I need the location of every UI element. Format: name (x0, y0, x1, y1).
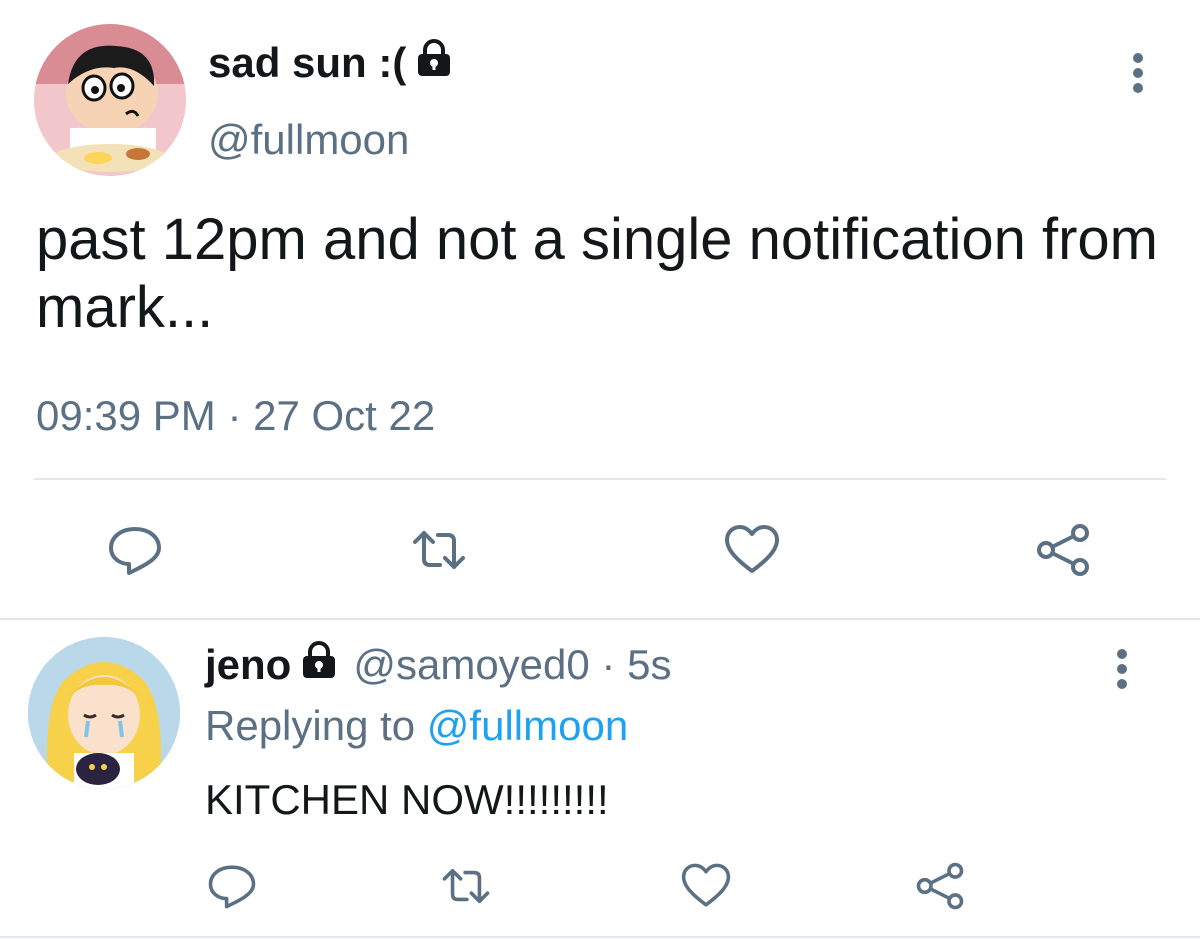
avatar[interactable] (34, 24, 186, 176)
divider (34, 478, 1166, 480)
display-name[interactable]: sad sun :( (208, 38, 454, 88)
like-icon[interactable] (723, 521, 781, 579)
retweet-icon[interactable] (440, 860, 492, 912)
tweet-text: KITCHEN NOW!!!!!!!!! (205, 776, 609, 823)
reply-icon[interactable] (106, 521, 164, 579)
display-name-text: jeno (205, 641, 292, 688)
share-icon[interactable] (914, 860, 966, 912)
tweet-text: past 12pm and not a single notification … (36, 207, 1158, 340)
handle-and-time[interactable]: @samoyed0 · 5s (353, 641, 671, 689)
more-options-icon[interactable] (1102, 646, 1142, 692)
replying-to-label: Replying to (205, 702, 416, 749)
display-name[interactable]: jeno (205, 640, 339, 690)
reply-icon[interactable] (206, 860, 258, 912)
mention-link[interactable]: @fullmoon (427, 702, 628, 749)
display-name-text: sad sun :( (208, 39, 407, 86)
divider (0, 936, 1200, 938)
cartoon-boy-avatar-icon (34, 24, 186, 176)
reply-header: jeno @samoyed0 · 5s (205, 640, 671, 690)
anime-girl-avatar-icon (28, 637, 180, 789)
more-options-icon[interactable] (1118, 50, 1158, 96)
lock-icon (299, 640, 339, 690)
tweet-timestamp: 09:39 PM · 27 Oct 22 (36, 392, 436, 439)
replying-to: Replying to @fullmoon (205, 702, 628, 750)
like-icon[interactable] (680, 860, 732, 912)
avatar[interactable] (28, 637, 180, 789)
retweet-icon[interactable] (410, 521, 468, 579)
share-icon[interactable] (1034, 521, 1092, 579)
lock-icon (414, 38, 454, 88)
handle[interactable]: @fullmoon (208, 116, 409, 164)
divider (0, 618, 1200, 620)
